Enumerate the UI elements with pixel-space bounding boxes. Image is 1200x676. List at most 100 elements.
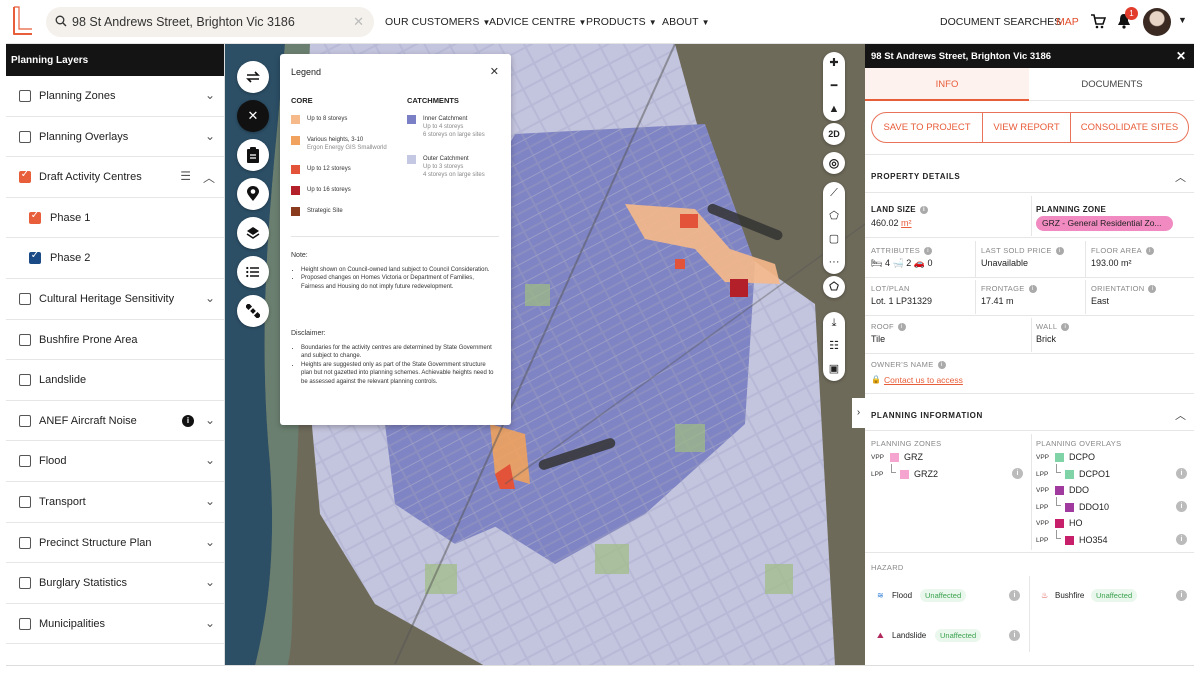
chevron-down-icon[interactable]: ⌄ [205,291,215,305]
info-icon[interactable]: i [924,247,933,255]
legend-button[interactable] [237,256,269,288]
cart-icon[interactable] [1090,13,1106,29]
collapse-panel-button[interactable]: › [852,398,865,428]
layer-checkbox[interactable] [19,130,31,143]
compass-button[interactable]: ▲ [823,98,845,121]
tab-info[interactable]: INFO [865,68,1029,101]
planning-zone-badge[interactable]: GRZ - General Residential Zo... [1036,216,1173,231]
info-icon[interactable]: i [1176,534,1187,545]
layer-row-municipalities[interactable]: Municipalities ⌄ [6,604,224,645]
avatar[interactable] [1143,8,1171,36]
layer-checkbox[interactable] [19,292,31,305]
map-link[interactable]: MAP [1056,16,1079,28]
measure-line-icon[interactable]: ⟋ [823,182,845,205]
my-location-button[interactable]: ◎ [823,152,845,174]
layer-row-phase-1[interactable]: ✓ Phase 1 [6,198,224,239]
layer-checkbox[interactable] [19,374,31,387]
chevron-down-icon[interactable]: ⌄ [205,494,215,508]
layer-row-precinct-structure-plan[interactable]: Precinct Structure Plan ⌄ [6,523,224,564]
chevron-down-icon[interactable]: ⌄ [205,129,215,143]
close-icon[interactable]: ✕ [1176,49,1186,63]
list-icon[interactable]: ☰ [180,169,191,183]
info-icon[interactable]: i [1009,590,1020,601]
layer-row-burglary-statistics[interactable]: Burglary Statistics ⌄ [6,563,224,604]
chevron-up-icon[interactable]: ︿ [203,169,215,186]
layer-checkbox[interactable]: ✓ [29,250,41,265]
nav-about[interactable]: ABOUT ▼ [662,16,710,28]
info-icon[interactable]: i [1176,590,1187,601]
address-search-bar[interactable]: 98 St Andrews Street, Brighton Vic 3186 … [46,7,374,37]
report-tool-button[interactable] [237,139,269,171]
zoom-in-button[interactable]: ✚ [823,52,845,75]
info-icon[interactable]: i [1148,285,1157,293]
layer-row-planning-overlays[interactable]: Planning Overlays ⌄ [6,117,224,158]
close-tools-button[interactable]: ✕ [237,100,269,132]
nav-products[interactable]: PRODUCTS ▼ [586,16,657,28]
close-icon[interactable]: ✕ [490,65,499,78]
chevron-up-icon[interactable]: ︿ [1175,407,1186,423]
info-icon[interactable]: i [1176,501,1187,512]
info-icon[interactable]: i [1009,630,1020,641]
nav-advice-centre[interactable]: ADVICE CENTRE ▼ [489,16,587,28]
brand-logo[interactable] [12,5,34,36]
document-searches-link[interactable]: DOCUMENT SEARCHES [940,16,1061,28]
layer-row-anef-aircraft-noise[interactable]: ANEF Aircraft Noise i ⌄ [6,401,224,442]
layer-row-cultural-heritage-sensitivity[interactable]: Cultural Heritage Sensitivity ⌄ [6,279,224,320]
sliders-icon[interactable]: ☷ [823,335,845,358]
chevron-down-icon[interactable]: ⌄ [205,88,215,102]
contact-us-link[interactable]: Contact us to access [884,375,963,385]
layer-checkbox[interactable] [19,617,31,630]
shape-tool-button[interactable]: ⬠ [823,276,845,298]
chevron-down-icon[interactable]: ▼ [1178,15,1187,25]
polygon-icon[interactable]: ⬠ [823,205,845,228]
layer-row-planning-zones[interactable]: Planning Zones ⌄ [6,76,224,117]
chevron-down-icon[interactable]: ⌄ [205,616,215,630]
layer-row-flood[interactable]: Flood ⌄ [6,441,224,482]
info-icon[interactable]: i [1055,247,1064,255]
layer-row-transport[interactable]: Transport ⌄ [6,482,224,523]
info-icon[interactable]: i [1176,468,1187,479]
info-icon[interactable]: i [919,206,928,214]
download-icon[interactable]: ⤓ [823,312,845,335]
rectangle-icon[interactable]: ▢ [823,228,845,251]
layer-checkbox[interactable] [19,577,31,590]
satellite-tool-button[interactable] [237,295,269,327]
chevron-down-icon[interactable]: ⌄ [205,535,215,549]
layer-row-landslide[interactable]: Landslide [6,360,224,401]
layers-button[interactable] [237,217,269,249]
info-icon[interactable]: i [1028,285,1037,293]
clear-search-icon[interactable]: ✕ [353,14,364,30]
chevron-up-icon[interactable]: ︿ [1175,169,1186,185]
layer-checkbox[interactable] [19,414,31,427]
zoom-out-button[interactable]: ━ [823,75,845,98]
view-report-button[interactable]: VIEW REPORT [982,113,1070,142]
info-icon[interactable]: i [897,323,906,331]
layer-checkbox[interactable]: ✓ [19,169,31,184]
layer-row-bushfire-prone-area[interactable]: Bushfire Prone Area [6,320,224,361]
search-input[interactable]: 98 St Andrews Street, Brighton Vic 3186 [72,15,295,29]
layer-row-draft-activity-centres[interactable]: ✓ Draft Activity Centres ☰ ︿ [6,157,224,198]
tab-documents[interactable]: DOCUMENTS [1030,68,1194,101]
layer-checkbox[interactable] [19,333,31,346]
chevron-down-icon[interactable]: ⌄ [205,413,215,427]
info-icon[interactable]: i [1061,323,1070,331]
chevron-down-icon[interactable]: ⌄ [205,453,215,467]
unit-link[interactable]: m² [901,218,912,228]
location-search-button[interactable] [237,178,269,210]
nav-our-customers[interactable]: OUR CUSTOMERS ▼ [385,16,490,28]
save-to-project-button[interactable]: SAVE TO PROJECT [872,113,982,142]
consolidate-sites-button[interactable]: CONSOLIDATE SITES [1070,113,1188,142]
layer-row-phase-2[interactable]: ✓ Phase 2 [6,238,224,279]
info-icon[interactable]: i [182,414,194,427]
info-icon[interactable]: i [937,361,946,369]
view-2d-button[interactable]: 2D [823,123,845,145]
chevron-down-icon[interactable]: ⌄ [205,575,215,589]
info-icon[interactable]: i [1145,247,1154,255]
layer-checkbox[interactable]: ✓ [29,210,41,224]
info-icon[interactable]: i [1012,468,1023,479]
layer-checkbox[interactable] [19,90,31,102]
compare-tool-button[interactable] [237,61,269,93]
layer-checkbox[interactable] [19,536,31,549]
layer-checkbox[interactable] [19,495,31,508]
print-icon[interactable]: ▣ [823,358,845,381]
